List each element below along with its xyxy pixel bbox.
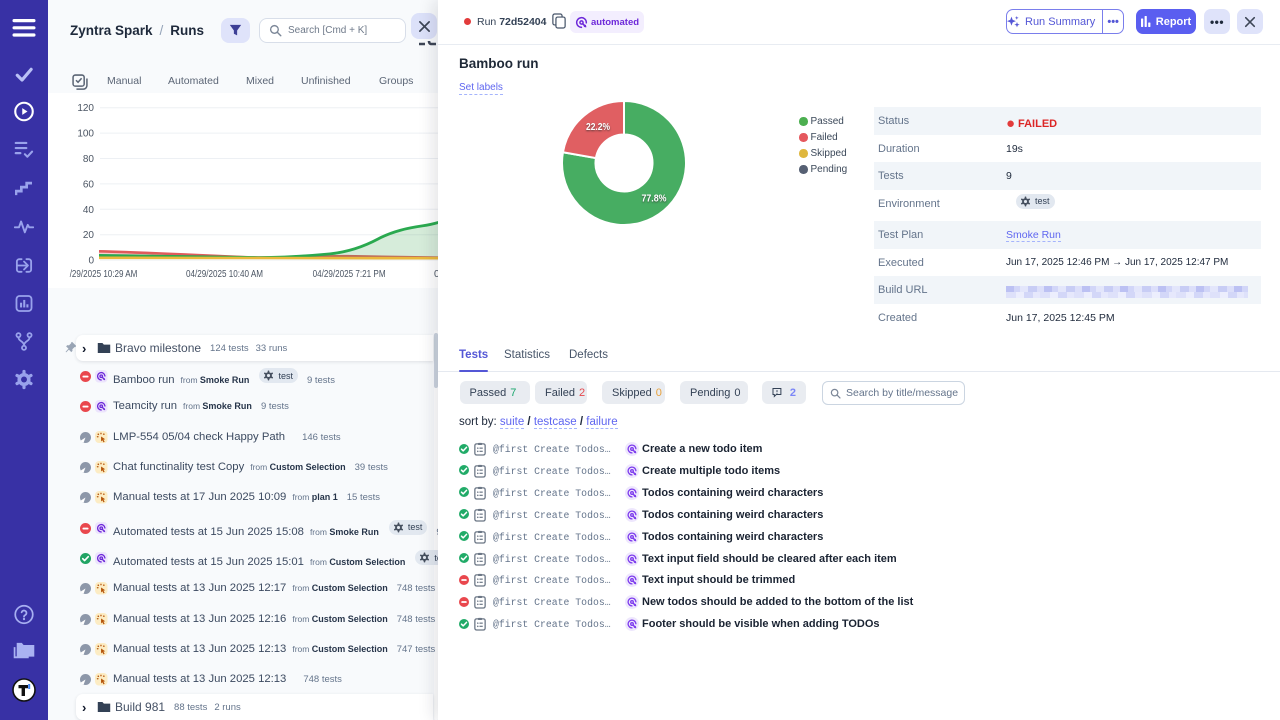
svg-text:77.8%: 77.8% [642,194,667,205]
svg-text:0: 0 [88,256,94,267]
svg-text:60: 60 [83,179,95,190]
svg-text:04/29/2025 10:40 AM: 04/29/2025 10:40 AM [186,269,263,280]
svg-text:40: 40 [83,205,95,216]
svg-text:120: 120 [77,103,94,114]
svg-text:/29/2025 10:29 AM: /29/2025 10:29 AM [70,269,138,280]
svg-text:04/29/2025 7:21 PM: 04/29/2025 7:21 PM [313,269,386,280]
svg-text:20: 20 [83,230,95,241]
svg-text:22.2%: 22.2% [586,122,610,133]
svg-text:80: 80 [83,154,95,165]
svg-text:100: 100 [77,129,94,140]
